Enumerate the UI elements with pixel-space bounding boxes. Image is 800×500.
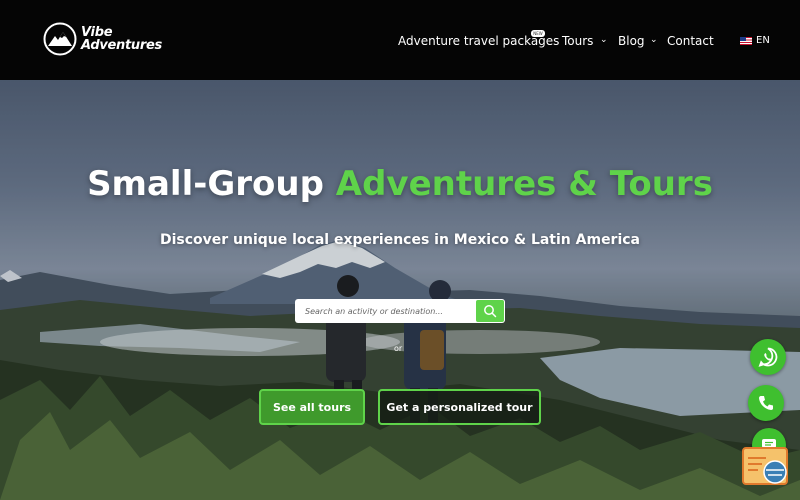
personalized-tour-button[interactable]: Get a personalized tour: [378, 389, 541, 425]
search-input[interactable]: [295, 299, 475, 323]
hero-background-image: [0, 80, 800, 500]
search-bar: [295, 299, 505, 323]
search-button[interactable]: [476, 300, 504, 322]
mountain-logo-icon: [43, 22, 77, 56]
or-separator: or: [394, 344, 403, 353]
hero-title-main: Small-Group: [87, 164, 336, 204]
blog-chevron-down-icon[interactable]: ⌄: [650, 35, 658, 45]
nav-blog[interactable]: Blog: [618, 34, 645, 48]
phone-button[interactable]: [748, 385, 784, 421]
promo-icon[interactable]: [742, 446, 790, 486]
hero-title-accent: Adventures & Tours: [335, 164, 713, 204]
language-selector[interactable]: EN: [740, 36, 770, 46]
whatsapp-button[interactable]: [750, 339, 786, 375]
nav-tours[interactable]: Tours: [562, 34, 593, 48]
hero-subtitle: Discover unique local experiences in Mex…: [159, 232, 641, 248]
new-badge: NEW: [531, 30, 545, 37]
tours-chevron-down-icon[interactable]: ⌄: [600, 35, 608, 45]
nav-contact[interactable]: Contact: [667, 34, 714, 48]
whatsapp-icon: [758, 347, 778, 367]
brand-logo[interactable]: Vibe Adventures: [43, 22, 162, 56]
brand-line2: Adventures: [81, 38, 162, 53]
site-header: Vibe Adventures Adventure travel package…: [0, 0, 800, 80]
search-icon: [484, 305, 497, 318]
us-flag-icon: [740, 37, 752, 45]
phone-icon: [759, 396, 773, 410]
see-all-tours-button[interactable]: See all tours: [259, 389, 365, 425]
brand-name: Vibe Adventures: [81, 26, 162, 52]
hero-section: Small-Group Adventures & Tours Discover …: [0, 80, 800, 500]
hero-title: Small-Group Adventures & Tours: [0, 164, 800, 204]
language-label: EN: [756, 35, 770, 46]
